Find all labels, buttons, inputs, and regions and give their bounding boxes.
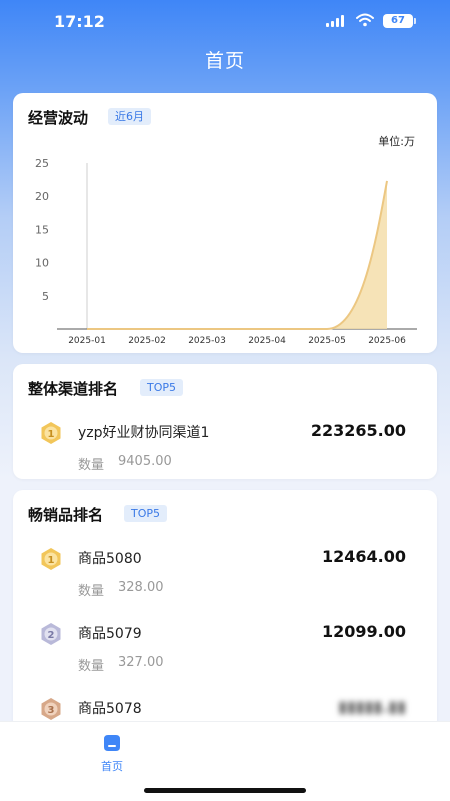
product-amount: 12464.00 (321, 547, 406, 566)
channel-ranking-title: 整体渠道排名 (28, 380, 119, 398)
bestseller-top5-tag: TOP5 (124, 505, 168, 522)
channel-amount: 223265.00 (310, 421, 406, 440)
battery-icon: 67 (383, 14, 416, 28)
channel-rank-item[interactable]: 1 yzp好业财协同渠道1 223265.00 数量 9405.00 (13, 416, 437, 486)
trend-card: 经营波动 近6月 单位:万 5 10 15 20 25 2025-01 2025-02 202… (13, 93, 437, 353)
product-amount: ▮▮▮▮▮.▮▮ (338, 697, 406, 716)
svg-text:1: 1 (48, 555, 55, 566)
svg-text:2: 2 (48, 630, 55, 641)
page-title: 首页 (204, 50, 245, 72)
y-tick-label: 20 (35, 190, 49, 203)
bronze-medal-icon: 3 (41, 698, 61, 720)
product-name: 商品5079 (78, 626, 142, 642)
bestseller-rank-item[interactable]: 2 商品5079 12099.00 数量 327.00 (13, 617, 437, 687)
bestseller-ranking-title: 畅销品排名 (28, 506, 104, 524)
svg-text:1: 1 (48, 429, 55, 440)
x-tick-label: 2025-04 (248, 336, 286, 346)
gold-medal-icon: 1 (41, 548, 61, 570)
status-time: 17:12 (54, 12, 105, 31)
x-tick-label: 2025-03 (188, 336, 226, 346)
gold-medal-icon: 1 (41, 422, 61, 444)
silver-medal-icon: 2 (41, 623, 61, 645)
status-bar: 17:12 67 (0, 0, 450, 44)
quantity-value: 9405.00 (118, 454, 172, 469)
svg-text:3: 3 (48, 705, 55, 716)
x-tick-label: 2025-06 (368, 336, 406, 346)
quantity-value: 328.00 (118, 580, 164, 595)
trend-chart: 5 10 15 20 25 2025-01 2025-02 2025-03 2025-04 202… (35, 157, 417, 346)
quantity-label: 数量 (78, 584, 105, 599)
product-name: 商品5078 (78, 701, 142, 717)
home-indicator (144, 788, 306, 793)
x-tick-label: 2025-02 (128, 336, 166, 346)
channel-ranking-card: 整体渠道排名 TOP5 1 yzp好业财协同渠道1 223265.00 数量 9… (13, 364, 437, 479)
series-line (87, 180, 388, 330)
y-tick-label: 5 (42, 290, 49, 303)
y-tick-label: 25 (35, 157, 49, 170)
wifi-icon (356, 13, 374, 27)
signal-icon (326, 15, 348, 27)
quantity-label: 数量 (78, 458, 105, 473)
channel-top5-tag: TOP5 (140, 379, 184, 396)
series-area (87, 180, 387, 329)
y-tick-label: 15 (35, 223, 49, 236)
product-name: 商品5080 (78, 551, 142, 567)
tab-home[interactable]: 首页 (92, 732, 132, 778)
channel-name: yzp好业财协同渠道1 (78, 425, 210, 441)
tab-home-label: 首页 (101, 760, 123, 773)
bestseller-rank-item[interactable]: 1 商品5080 12464.00 数量 328.00 (13, 542, 437, 612)
product-amount: 12099.00 (321, 622, 406, 641)
home-icon (104, 735, 120, 751)
quantity-label: 数量 (78, 659, 105, 674)
y-tick-label: 10 (35, 257, 49, 270)
x-tick-label: 2025-05 (308, 336, 346, 346)
quantity-value: 327.00 (118, 655, 164, 670)
bestseller-ranking-card: 畅销品排名 TOP5 1 商品5080 12464.00 数量 328.00 2… (13, 490, 437, 730)
x-tick-label: 2025-01 (68, 336, 106, 346)
